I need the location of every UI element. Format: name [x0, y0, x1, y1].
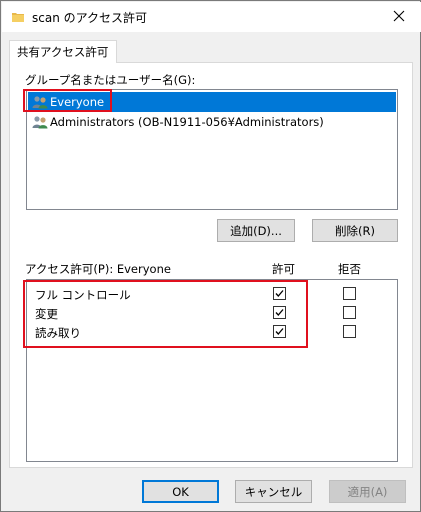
allow-checkbox-read[interactable] [273, 325, 286, 338]
users-group-icon [32, 115, 48, 129]
allow-checkbox-change[interactable] [273, 306, 286, 319]
list-item-label: Everyone [50, 95, 105, 109]
add-button[interactable]: 追加(D)... [217, 219, 295, 242]
allow-checkbox-full-control[interactable] [273, 287, 286, 300]
tab-share-permissions[interactable]: 共有アクセス許可 [9, 40, 118, 63]
list-item-everyone[interactable]: Everyone [28, 92, 396, 112]
ok-button[interactable]: OK [142, 480, 219, 503]
cancel-button[interactable]: キャンセル [235, 480, 312, 503]
close-icon [393, 10, 405, 25]
window-title: scan のアクセス許可 [32, 11, 148, 25]
permission-row-read: 読み取り [27, 323, 397, 343]
tab-panel: グループ名またはユーザー名(G): Everyone Administrator… [9, 62, 413, 468]
title-bar: scan のアクセス許可 [2, 2, 421, 32]
deny-checkbox-change[interactable] [343, 306, 356, 319]
groups-list[interactable]: Everyone Administrators (OB-N1911-056¥Ad… [26, 89, 398, 210]
list-item-administrators[interactable]: Administrators (OB-N1911-056¥Administrat… [28, 112, 396, 132]
deny-column-header: 拒否 [338, 262, 361, 276]
permission-name: フル コントロール [35, 288, 131, 302]
users-group-icon [32, 95, 48, 109]
permission-name: 読み取り [35, 326, 81, 340]
folder-icon [12, 11, 24, 23]
permissions-dialog: scan のアクセス許可 共有アクセス許可 グループ名またはユーザー名(G): [0, 0, 421, 512]
permission-name: 変更 [35, 307, 58, 321]
apply-button[interactable]: 適用(A) [329, 480, 406, 503]
groups-label: グループ名またはユーザー名(G): [25, 73, 196, 87]
close-button[interactable] [377, 2, 421, 32]
deny-checkbox-read[interactable] [343, 325, 356, 338]
allow-column-header: 許可 [272, 262, 295, 276]
permission-row-change: 変更 [27, 304, 397, 324]
permissions-label: アクセス許可(P): Everyone [25, 262, 171, 276]
deny-checkbox-full-control[interactable] [343, 287, 356, 300]
remove-button[interactable]: 削除(R) [312, 219, 398, 242]
permission-row-full-control: フル コントロール [27, 285, 397, 305]
permissions-list: フル コントロール 変更 読み取り [26, 279, 398, 462]
list-item-label: Administrators (OB-N1911-056¥Administrat… [50, 115, 324, 129]
